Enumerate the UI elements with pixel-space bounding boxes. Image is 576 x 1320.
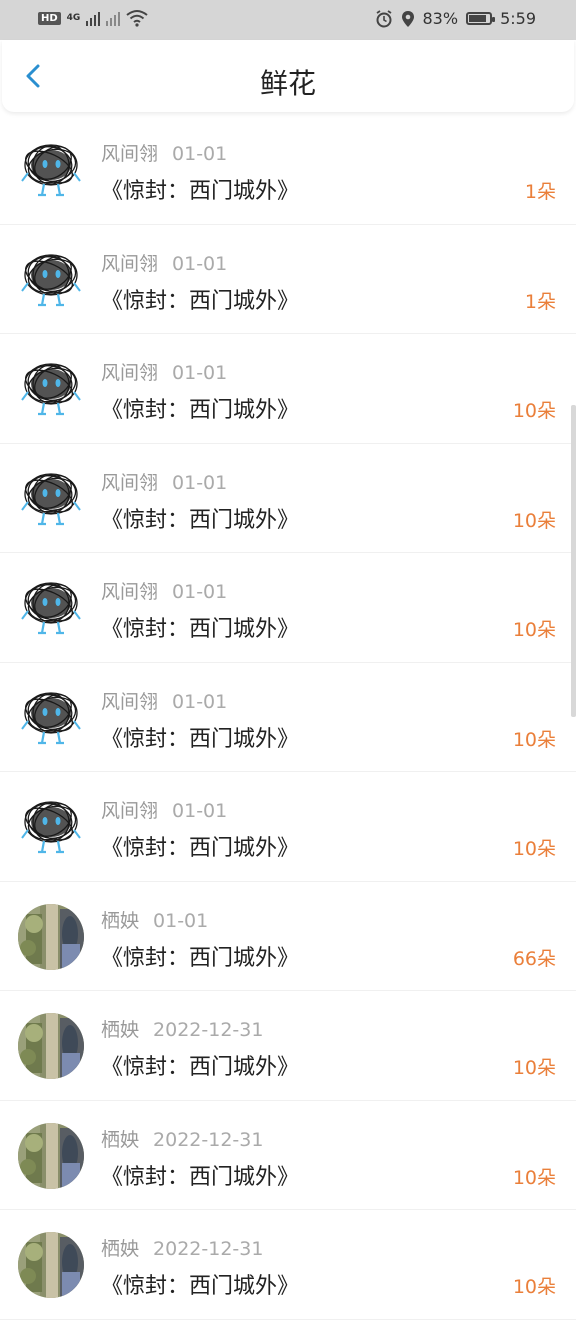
flower-amount: 66朵: [512, 947, 556, 970]
alarm-icon: [376, 9, 391, 27]
user-name-text: 风间翎: [101, 690, 159, 713]
flower-amount: 10朵: [512, 838, 556, 860]
book-title: 《惊封：西门城外》: [101, 398, 300, 423]
flower-amount: 10朵: [512, 1166, 556, 1189]
user-name: 栖姎 2022-12-31: [101, 1015, 263, 1042]
hd-icon: HD: [38, 11, 61, 25]
battery-percent: 83%: [422, 9, 459, 28]
list-item[interactable]: 风间翎 01-01 《惊封：西门城外》 1朵: [0, 225, 576, 334]
list-item[interactable]: 风间翎 01-01 《惊封：西门城外》 10朵: [0, 772, 576, 882]
flower-amount: 10朵: [512, 1276, 556, 1298]
battery-fill: [469, 15, 486, 22]
flower-amount: 10朵: [512, 728, 556, 751]
wifi-icon: [126, 10, 148, 27]
status-right: 83% 5:59: [375, 9, 536, 28]
clock: 5:59: [500, 9, 536, 28]
item-date: 2022-12-31: [153, 1128, 264, 1151]
avatar[interactable]: [18, 246, 84, 313]
flower-amount: 1朵: [524, 181, 556, 203]
page-title: 鲜花: [259, 67, 316, 100]
user-name-text: 风间翎: [101, 143, 159, 165]
item-date: 01-01: [172, 362, 228, 384]
avatar[interactable]: [18, 684, 84, 751]
avatar[interactable]: [18, 794, 84, 860]
user-name-text: 风间翎: [101, 252, 159, 275]
item-date: 01-01: [153, 909, 209, 932]
user-name: 风间翎 01-01: [101, 358, 227, 385]
user-name-text: 风间翎: [101, 471, 159, 494]
list-item[interactable]: 栖姎 01-01 《惊封：西门城外》 66朵: [0, 882, 576, 991]
item-date: 01-01: [172, 800, 228, 822]
avatar[interactable]: [18, 1013, 84, 1079]
avatar[interactable]: [18, 1232, 84, 1298]
book-title: 《惊封：西门城外》: [101, 836, 300, 861]
item-date: 2022-12-31: [153, 1238, 264, 1260]
book-title: 《惊封：西门城外》: [101, 1055, 300, 1080]
avatar[interactable]: [18, 1122, 84, 1189]
avatar[interactable]: [18, 575, 84, 641]
list-item[interactable]: 栖姎 2022-12-31 《惊封：西门城外》 10朵: [0, 1101, 576, 1210]
user-name: 风间翎 01-01: [101, 796, 227, 823]
item-date: 01-01: [172, 690, 228, 713]
status-left: HD 4G: [38, 9, 148, 27]
item-date: 01-01: [172, 143, 228, 165]
user-name-text: 栖姎: [101, 1238, 140, 1260]
avatar[interactable]: [18, 903, 84, 970]
header: 鲜花: [2, 40, 574, 112]
flower-amount: 10朵: [512, 1057, 556, 1079]
location-icon: [401, 10, 414, 27]
flower-amount: 1朵: [524, 290, 556, 313]
book-title: 《惊封：西门城外》: [101, 1164, 300, 1190]
network-type: 4G: [66, 13, 81, 23]
user-name: 风间翎 01-01: [101, 687, 227, 714]
avatar[interactable]: [18, 465, 84, 532]
user-name-text: 栖姎: [101, 1128, 140, 1151]
book-title: 《惊封：西门城外》: [101, 1274, 300, 1299]
user-name-text: 风间翎: [101, 800, 159, 822]
flower-amount: 10朵: [512, 509, 556, 532]
book-title: 《惊封：西门城外》: [101, 507, 300, 533]
list-item[interactable]: 栖姎 2022-12-31 《惊封：西门城外》 10朵: [0, 991, 576, 1101]
item-date: 01-01: [172, 252, 228, 275]
user-name-text: 栖姎: [101, 1019, 140, 1041]
signal-icon: [86, 10, 101, 26]
user-name-text: 风间翎: [101, 362, 159, 384]
user-name: 风间翎 01-01: [101, 577, 227, 604]
status-bar: HD 4G 83% 5:59: [0, 0, 576, 40]
flower-amount: 10朵: [512, 400, 556, 422]
item-date: 01-01: [172, 581, 228, 603]
user-name: 风间翎 01-01: [101, 139, 227, 166]
signal-2-icon: [106, 10, 121, 26]
list-item[interactable]: 风间翎 01-01 《惊封：西门城外》 1朵: [0, 115, 576, 225]
flower-amount: 10朵: [512, 619, 556, 641]
user-name: 风间翎 01-01: [101, 468, 227, 495]
list-item[interactable]: 风间翎 01-01 《惊封：西门城外》 10朵: [0, 553, 576, 663]
list-item[interactable]: 风间翎 01-01 《惊封：西门城外》 10朵: [0, 334, 576, 444]
battery-icon: [466, 12, 496, 25]
user-name: 栖姎 01-01: [101, 906, 208, 933]
book-title: 《惊封：西门城外》: [101, 617, 300, 642]
user-name: 栖姎 2022-12-31: [101, 1234, 263, 1261]
list-item[interactable]: 风间翎 01-01 《惊封：西门城外》 10朵: [0, 663, 576, 772]
scrollbar[interactable]: [571, 405, 576, 717]
flower-list: 风间翎 01-01 《惊封：西门城外》 1朵 风间翎 01-01 《惊封：西门城外》 1朵 …: [0, 115, 576, 1320]
user-name-text: 栖姎: [101, 909, 140, 932]
avatar[interactable]: [18, 137, 84, 203]
book-title: 《惊封：西门城外》: [101, 726, 300, 752]
user-name: 风间翎 01-01: [101, 249, 227, 276]
list-item[interactable]: 栖姎 2022-12-31 《惊封：西门城外》 10朵: [0, 1210, 576, 1320]
avatar[interactable]: [18, 356, 84, 422]
book-title: 《惊封：西门城外》: [101, 945, 300, 971]
item-date: 2022-12-31: [153, 1019, 264, 1041]
book-title: 《惊封：西门城外》: [101, 179, 300, 204]
book-title: 《惊封：西门城外》: [101, 288, 300, 314]
user-name-text: 风间翎: [101, 581, 159, 603]
user-name: 栖姎 2022-12-31: [101, 1125, 263, 1152]
list-item[interactable]: 风间翎 01-01 《惊封：西门城外》 10朵: [0, 444, 576, 553]
item-date: 01-01: [172, 471, 228, 494]
